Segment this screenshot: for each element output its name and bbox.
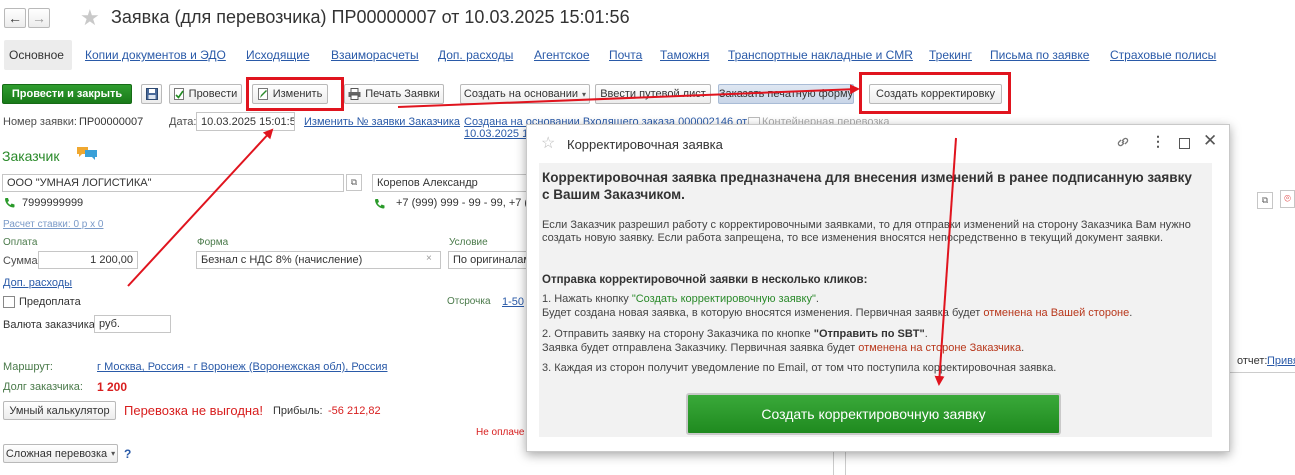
back-button[interactable]: ← [4,8,26,28]
number-label: Номер заявки: [3,116,77,128]
currency-label: Валюта заказчика: [3,319,98,331]
step-2-detail: Заявка будет отправлена Заказчику. Перви… [542,342,1025,354]
contact-field[interactable]: Корепов Александр [372,174,532,192]
step-1: 1. Нажать кнопку "Создать корректировочн… [542,293,819,305]
divider-line [833,450,834,475]
tab-outgoing[interactable]: Исходящие [246,48,310,62]
change-number-link[interactable]: Изменить № заявки Заказчика [304,116,460,128]
dialog-title: Корректировочная заявка [567,137,723,152]
report-link[interactable]: Привя [1267,355,1295,367]
payment-label: Оплата [3,237,38,248]
tab-tracking[interactable]: Трекинг [929,48,972,62]
sum-label: Сумма: [3,255,41,267]
tab-settlements[interactable]: Взаиморасчеты [331,48,419,62]
deferral-label: Отсрочка [447,296,491,307]
dialog-star-icon[interactable]: ☆ [541,133,555,153]
favorite-star-icon[interactable]: ★ [80,5,100,31]
step-3: 3. Каждая из сторон получит уведомление … [542,362,1057,374]
sum-field[interactable]: 1 200,00 [38,251,138,269]
print-button[interactable]: Печать Заявки [344,84,444,104]
step-2: 2. Отправить заявку на сторону Заказчика… [542,328,928,340]
smart-calculator-button[interactable]: Умный калькулятор [3,401,116,420]
window-title: Заявка (для перевозчика) ПР00000007 от 1… [111,7,630,27]
date-label: Дата: [169,116,197,128]
tab-agency[interactable]: Агентское [534,48,590,62]
tab-customs[interactable]: Таможня [660,48,709,62]
customer-heading: Заказчик [2,148,60,164]
tab-letters[interactable]: Письма по заявке [990,48,1089,62]
dialog-subheading: Отправка корректировочной заявки в неско… [542,274,868,286]
route-link[interactable]: г Москва, Россия - г Воронеж (Воронежска… [97,361,387,373]
divider-line [845,450,846,475]
date-field[interactable]: 10.03.2025 15:01:56 [196,112,295,131]
order-print-form-button[interactable]: Заказать печатную форму [718,84,854,104]
rate-calc-link[interactable]: Расчет ставки: 0 р x 0 [3,219,103,230]
not-paid-text: Не оплаче [476,427,525,438]
number-value: ПР00000007 [79,116,144,128]
prepay-checkbox[interactable] [3,296,15,308]
extra-costs-link[interactable]: Доп. расходы [3,277,72,289]
printer-icon [348,88,361,100]
tab-documents-edo[interactable]: Копии документов и ЭДО [85,48,226,62]
complex-transport-button[interactable]: Сложная перевозка ▾ [3,444,118,463]
dialog-body: Корректировочная заявка предназначена дл… [539,163,1212,437]
map-pin-icon[interactable]: ⌾ [1280,190,1295,208]
right-field-icon[interactable]: ⧉ [1257,192,1273,209]
condition-label: Условие [449,237,488,248]
dropdown-arrow-icon: ▾ [111,449,116,458]
phone-icon [5,198,15,208]
condition-field[interactable]: По оригиналам [448,251,528,269]
forward-button[interactable]: → [28,8,50,28]
customer-open-icon[interactable]: ⧉ [346,174,362,191]
customer-field[interactable]: ООО "УМНАЯ ЛОГИСТИКА" [2,174,344,192]
profit-label: Прибыль: [273,405,323,417]
annotation-box-edit [246,77,344,111]
debt-label: Долг заказчика: [3,381,83,393]
form-label: Форма [197,237,229,248]
unprofitable-warning: Перевозка не выгодна! [124,403,263,418]
post-button[interactable]: Провести [169,84,242,104]
tab-insurance[interactable]: Страховые полисы [1110,48,1216,62]
based-on-link-2[interactable]: 10.03.2025 15 [464,128,534,140]
contact-phone-icon [375,199,385,209]
dropdown-arrow-icon: ▾ [582,89,587,99]
floppy-disk-icon [145,88,158,100]
report-label: отчет: [1237,355,1268,367]
deferral-value[interactable]: 1-50 [502,296,524,308]
close-icon[interactable]: ✕ [1203,131,1217,151]
profit-value: -56 212,82 [328,405,381,417]
post-and-close-button[interactable]: Провести и закрыть [2,84,132,104]
tab-extra-costs[interactable]: Доп. расходы [438,48,513,62]
enter-waybill-button[interactable]: Ввести путевой лист [595,84,711,104]
tab-main[interactable]: Основное [9,48,64,62]
debt-value: 1 200 [97,380,128,394]
step-1-detail: Будет создана новая заявка, в которую вн… [542,307,1133,319]
prepay-label: Предоплата [19,296,81,308]
route-label: Маршрут: [3,361,53,373]
more-options-icon[interactable]: ⋮ [1151,133,1165,150]
dialog-intro: Если Заказчик разрешил работу с корректи… [542,219,1191,244]
correction-dialog: ☆ Корректировочная заявка ⋮ ✕ Корректиро… [526,124,1230,452]
contact-phone: +7 (999) 999 - 99 - 99, +7 (99 [396,197,541,209]
link-icon[interactable] [1116,135,1130,149]
currency-field[interactable]: руб. [94,315,171,333]
dialog-heading: Корректировочная заявка предназначена дл… [542,170,1192,202]
annotation-box-create-correction [859,72,1011,114]
tab-mail[interactable]: Почта [609,48,642,62]
clear-form-icon[interactable]: × [426,253,432,264]
customer-phone: 7999999999 [22,197,84,209]
create-correction-request-button[interactable]: Создать корректировочную заявку [686,393,1061,435]
help-icon[interactable]: ? [124,447,131,461]
save-button[interactable] [141,84,162,104]
post-document-icon [173,88,184,100]
tab-waybills-cmr[interactable]: Транспортные накладные и CMR [728,48,913,62]
maximize-icon[interactable] [1179,138,1190,149]
payment-form-field[interactable]: Безнал с НДС 8% (начисление) [196,251,441,269]
create-based-on-button[interactable]: Создать на основании ▾ [460,84,590,104]
chat-bubbles-icon[interactable] [76,145,98,161]
divider-line [1226,372,1295,373]
step-1-link: "Создать корректировочную заявку" [631,293,816,305]
